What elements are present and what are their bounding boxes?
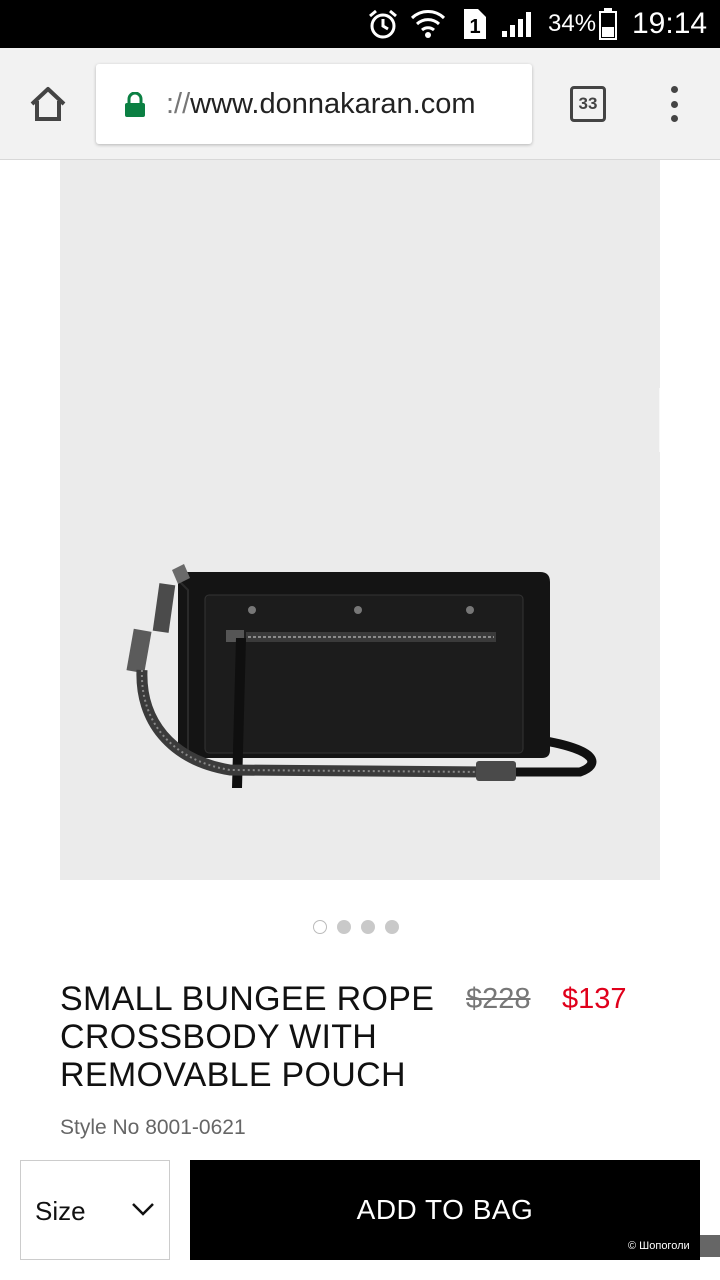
style-number: Style No 8001-0621 — [60, 1116, 246, 1139]
wifi-icon — [410, 0, 446, 48]
product-title: SMALL BUNGEE ROPE CROSSBODY WITH REMOVAB… — [60, 980, 435, 1094]
crossbody-bag-image — [126, 388, 660, 788]
size-label: Size — [35, 1196, 86, 1226]
sim-icon: 1 — [460, 0, 488, 48]
url-host: www.donnakaran.com — [190, 88, 476, 120]
address-bar[interactable]: ://www.donnakaran.com — [96, 64, 532, 144]
home-button[interactable] — [26, 82, 70, 126]
sale-price: $137 — [562, 983, 627, 1015]
carousel-dot[interactable] — [385, 920, 399, 934]
chevron-down-icon — [131, 1201, 155, 1222]
url-text: ://www.donnakaran.com — [166, 64, 476, 144]
size-select[interactable]: Size — [20, 1160, 170, 1260]
battery-percent: 34% — [548, 10, 597, 37]
signal-icon — [500, 0, 536, 48]
carousel-dot[interactable] — [313, 920, 327, 934]
sim-slot-number: 1 — [469, 16, 480, 38]
tab-switcher-button[interactable]: 33 — [570, 86, 606, 122]
more-vert-icon[interactable] — [664, 86, 684, 122]
carousel-dot[interactable] — [361, 920, 375, 934]
product-image[interactable] — [60, 160, 660, 880]
alarm-icon — [366, 0, 400, 48]
original-price: $228 — [466, 983, 531, 1015]
carousel-dot[interactable] — [337, 920, 351, 934]
url-scheme: :// — [166, 88, 191, 120]
browser-toolbar: ://www.donnakaran.com 33 — [0, 48, 720, 160]
clock-time: 19:14 — [632, 7, 708, 40]
home-icon — [30, 87, 66, 121]
carousel-dots — [313, 920, 399, 934]
watermark: © Шопоголи — [622, 1235, 720, 1257]
lock-icon — [124, 91, 146, 123]
status-bar: 1 34% 19:14 — [0, 0, 720, 48]
battery-icon — [598, 0, 618, 48]
